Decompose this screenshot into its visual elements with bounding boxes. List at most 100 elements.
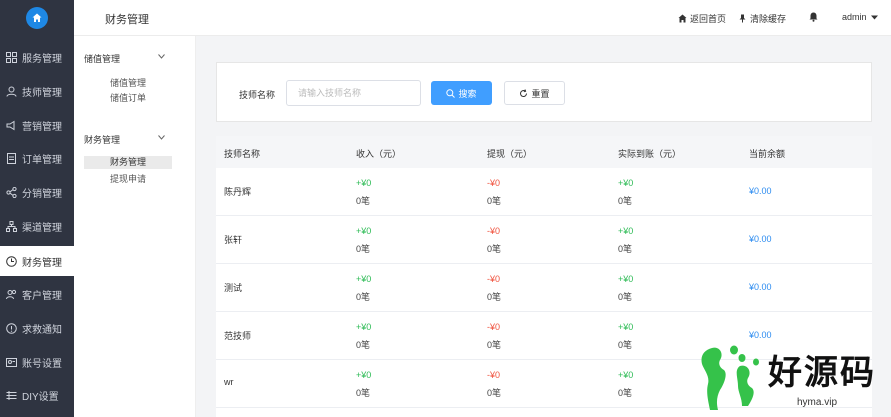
refresh-icon: [520, 88, 528, 97]
sidebar-item-label: 技师管理: [22, 87, 62, 99]
sidebar-item-service[interactable]: 服务管理: [0, 42, 74, 72]
megaphone-icon: [5, 119, 17, 131]
caret-down-icon: [870, 15, 878, 19]
table-row[interactable]: 测试 +¥0 0笔 -¥0 0笔 +¥0 0笔 ¥0.00: [216, 264, 872, 312]
withdraw-count: 0笔: [487, 340, 502, 350]
network-icon: [5, 220, 17, 232]
income-amount: +¥0: [356, 226, 372, 236]
column-header-balance: 当前余额: [749, 149, 786, 159]
technician-name: 陈丹辉: [224, 187, 252, 197]
withdraw-amount: -¥0: [487, 274, 501, 284]
sidebar-item-sos[interactable]: 求救通知: [0, 313, 74, 343]
actual-count: 0笔: [618, 340, 633, 350]
balance-amount: ¥0.00: [749, 282, 772, 292]
balance-amount: ¥0.00: [749, 234, 772, 244]
balance-amount: ¥0.00: [749, 186, 772, 196]
income-count: 0笔: [356, 244, 371, 254]
sidebar-item-channel[interactable]: 渠道管理: [0, 211, 74, 241]
sidebar-item-finance[interactable]: 财务管理: [0, 246, 74, 276]
income-count: 0笔: [356, 196, 371, 206]
technician-name: 范技师: [224, 331, 252, 341]
income-amount: +¥0: [356, 274, 372, 284]
sidebar-item-label: 账号设置: [22, 358, 62, 370]
table-row[interactable]: 张轩 +¥0 0笔 -¥0 0笔 +¥0 0笔 ¥0.00: [216, 216, 872, 264]
top-header: 财务管理 返回首页 清除缓存 admin: [74, 0, 891, 36]
clear-cache-link[interactable]: 清除缓存: [738, 12, 786, 25]
logo-area: [0, 0, 74, 36]
actual-amount: +¥0: [618, 226, 634, 236]
home-link[interactable]: 返回首页: [678, 12, 726, 25]
watermark-text: 好源码: [768, 353, 876, 393]
subnav-group-finance[interactable]: 财务管理: [84, 133, 120, 146]
search-button-label: 搜索: [458, 88, 477, 99]
watermark-url: hyma.vip: [797, 397, 838, 408]
income-amount: +¥0: [356, 322, 372, 332]
sidebar-item-technician[interactable]: 技师管理: [0, 76, 74, 106]
sidebar-item-label: DIY设置: [22, 391, 59, 403]
withdraw-count: 0笔: [487, 196, 502, 206]
sidebar-item-marketing[interactable]: 营销管理: [0, 110, 74, 140]
actual-amount: +¥0: [618, 370, 634, 380]
share-icon: [5, 186, 17, 198]
sidebar-item-orders[interactable]: 订单管理: [0, 143, 74, 173]
main-sidebar: 服务管理 技师管理 营销管理 订单管理 分销管理 渠道管理 财务管理 客户管理: [0, 0, 74, 417]
sidebar-item-distribution[interactable]: 分销管理: [0, 177, 74, 207]
document-icon: [5, 152, 17, 164]
sidebar-item-label: 财务管理: [22, 257, 62, 269]
chevron-down-icon: [158, 54, 165, 59]
user-icon: [5, 85, 17, 97]
user-menu[interactable]: admin: [842, 12, 881, 22]
subnav-group-stored-value[interactable]: 储值管理: [84, 52, 120, 65]
page-title: 财务管理: [105, 14, 149, 26]
alert-icon: [5, 322, 17, 334]
users-icon: [5, 288, 17, 300]
sidebar-item-label: 求救通知: [22, 324, 62, 336]
withdraw-count: 0笔: [487, 388, 502, 398]
bell-icon: [809, 12, 818, 22]
reset-button[interactable]: 重置: [504, 81, 565, 105]
column-header-income: 收入（元）: [356, 149, 402, 159]
notification-bell[interactable]: [809, 12, 821, 22]
home-logo-icon[interactable]: [26, 7, 48, 29]
actual-count: 0笔: [618, 244, 633, 254]
search-icon: [446, 88, 456, 98]
table-row[interactable]: 陈丹辉 +¥0 0笔 -¥0 0笔 +¥0 0笔 ¥0.00: [216, 168, 872, 216]
search-button[interactable]: 搜索: [431, 81, 492, 105]
reset-button-label: 重置: [531, 88, 550, 99]
sidebar-item-label: 服务管理: [22, 53, 62, 65]
sidebar-item-customer[interactable]: 客户管理: [0, 279, 74, 309]
subnav-item-withdraw-requests[interactable]: 提现申请: [110, 172, 146, 185]
sidebar-item-label: 分销管理: [22, 188, 62, 200]
chevron-down-icon: [158, 135, 165, 140]
column-header-name: 技师名称: [224, 149, 261, 159]
pin-icon: [739, 14, 746, 23]
search-label: 技师名称: [239, 90, 276, 100]
sidebar-item-label: 渠道管理: [22, 222, 62, 234]
clear-cache-label: 清除缓存: [750, 14, 787, 24]
technician-name-input[interactable]: 请输入技师名称: [286, 80, 421, 106]
sidebar-item-label: 客户管理: [22, 290, 62, 302]
income-amount: +¥0: [356, 178, 372, 188]
subnav-item-finance-manage[interactable]: 财务管理: [84, 156, 172, 169]
sidebar-item-diy[interactable]: DIY设置: [0, 380, 74, 410]
withdraw-amount: -¥0: [487, 322, 501, 332]
withdraw-count: 0笔: [487, 244, 502, 254]
grid-icon: [5, 51, 17, 63]
actual-count: 0笔: [618, 196, 633, 206]
column-header-actual: 实际到账（元）: [618, 149, 682, 159]
secondary-sidebar: 储值管理 储值管理 储值订单 财务管理 财务管理 提现申请: [74, 36, 196, 417]
income-amount: +¥0: [356, 370, 372, 380]
table-header: 技师名称 收入（元） 提现（元） 实际到账（元） 当前余额: [216, 136, 872, 168]
sidebar-item-account[interactable]: 账号设置: [0, 347, 74, 377]
technician-name: 张轩: [224, 235, 243, 245]
account-icon: [5, 356, 17, 368]
subnav-item-stored-value-manage[interactable]: 储值管理: [110, 76, 146, 89]
user-name: admin: [842, 12, 867, 22]
clock-icon: [5, 255, 17, 267]
subnav-item-stored-value-orders[interactable]: 储值订单: [110, 91, 146, 104]
sidebar-item-label: 订单管理: [22, 154, 62, 166]
withdraw-amount: -¥0: [487, 370, 501, 380]
home-icon: [678, 14, 687, 23]
search-card: 技师名称 请输入技师名称 搜索 重置: [216, 62, 872, 122]
column-header-withdraw: 提现（元）: [487, 149, 533, 159]
